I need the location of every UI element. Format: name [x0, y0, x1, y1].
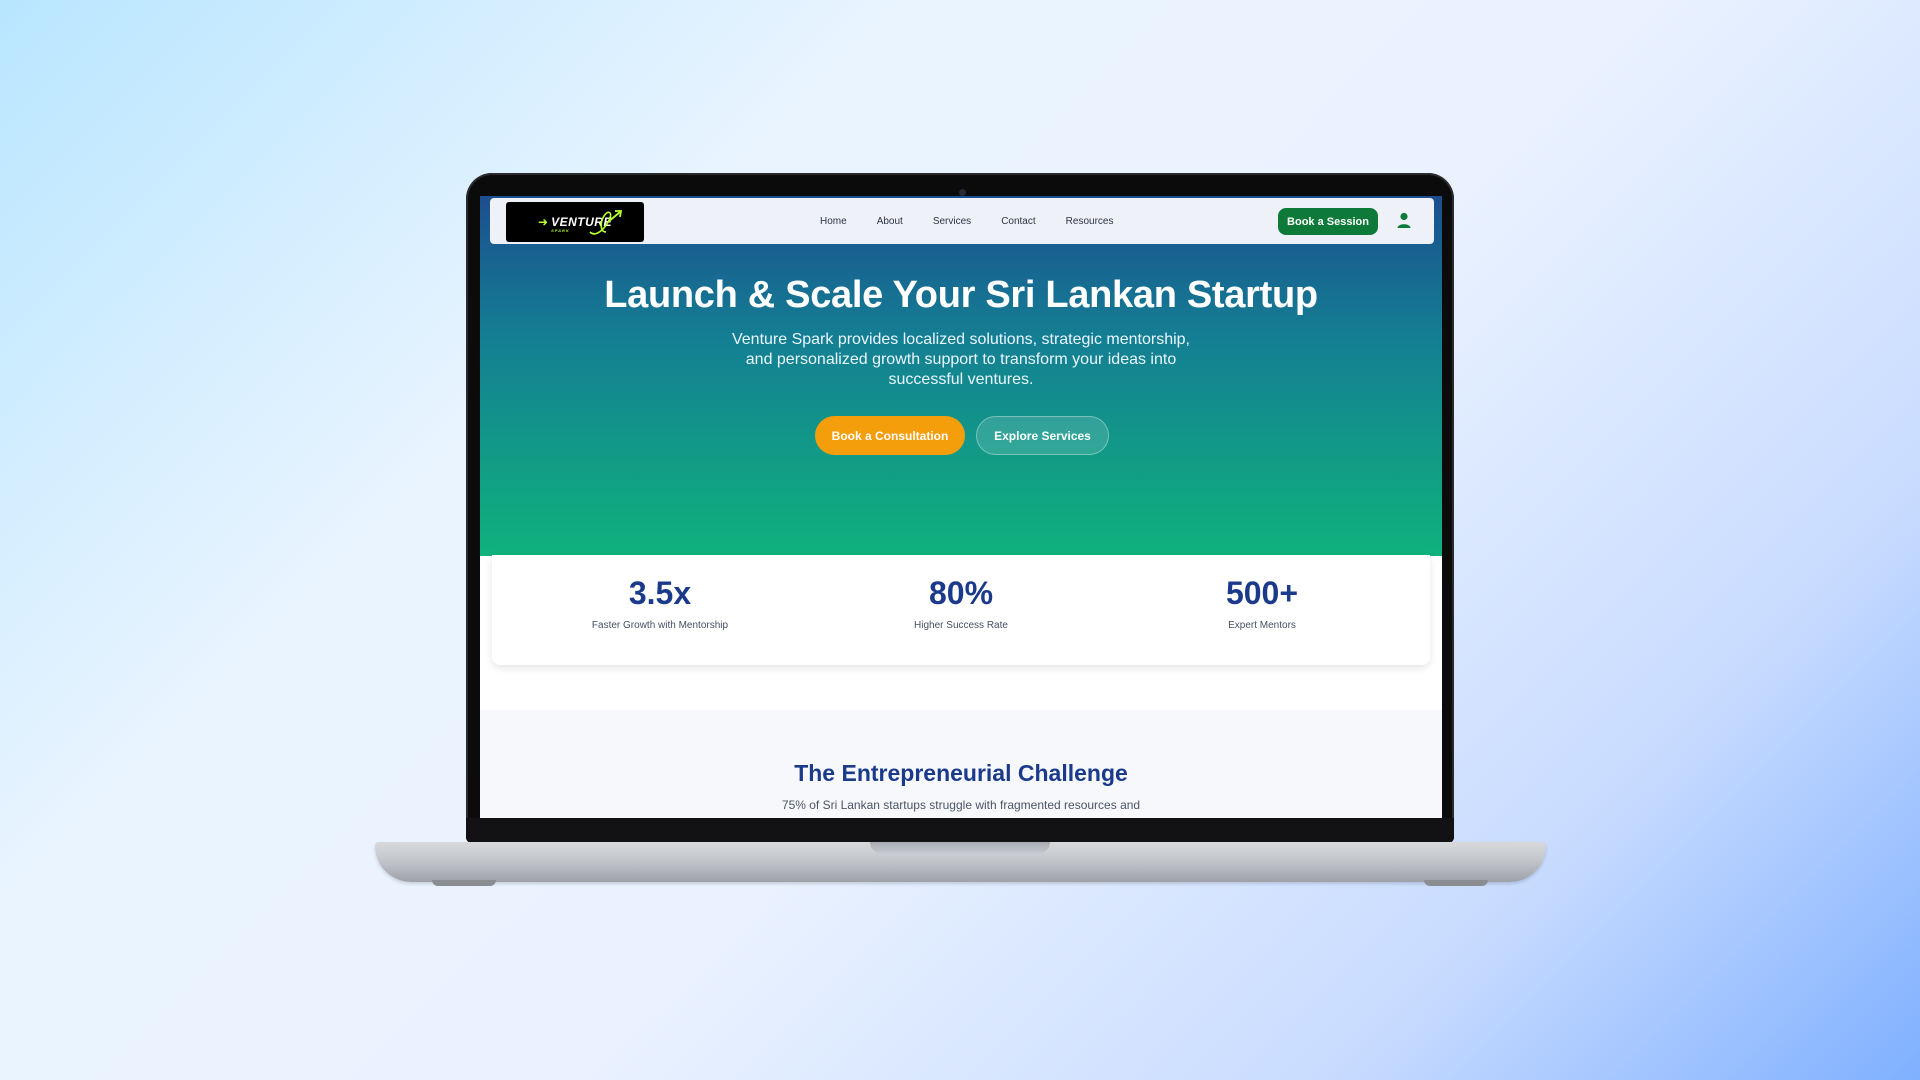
stat-mentors: 500+ Expert Mentors	[1112, 575, 1412, 631]
logo-subtext: SPARK	[551, 228, 570, 233]
stat-growth: 3.5x Faster Growth with Mentorship	[510, 575, 810, 631]
stat-label: Faster Growth with Mentorship	[591, 620, 729, 631]
book-session-button[interactable]: Book a Session	[1278, 208, 1378, 235]
nav-link-resources[interactable]: Resources	[1066, 216, 1114, 227]
book-consultation-button[interactable]: Book a Consultation	[815, 416, 965, 455]
laptop-foot	[432, 880, 496, 886]
hero-section: ➜ VENTURE SPARK Home About Services Cont…	[480, 196, 1442, 556]
stat-value: 500+	[1225, 575, 1299, 611]
nav-link-contact[interactable]: Contact	[1001, 216, 1035, 227]
laptop-notch	[870, 842, 1050, 854]
nav-link-services[interactable]: Services	[933, 216, 971, 227]
navbar: ➜ VENTURE SPARK Home About Services Cont…	[490, 198, 1434, 244]
user-icon[interactable]	[1395, 211, 1413, 229]
stat-value: 3.5x	[628, 575, 692, 611]
hero-title: Launch & Scale Your Sri Lankan Startup	[604, 274, 1318, 316]
laptop-bezel-bottom	[466, 818, 1454, 843]
challenge-subtitle: 75% of Sri Lankan startups struggle with…	[781, 798, 1141, 812]
nav-link-home[interactable]: Home	[820, 216, 847, 227]
browser-screen: ➜ VENTURE SPARK Home About Services Cont…	[480, 196, 1442, 818]
laptop-foot	[1424, 880, 1488, 886]
stat-success-rate: 80% Higher Success Rate	[811, 575, 1111, 631]
challenge-title: The Entrepreneurial Challenge	[794, 760, 1128, 786]
challenge-section: The Entrepreneurial Challenge 75% of Sri…	[480, 710, 1442, 818]
explore-services-button[interactable]: Explore Services	[976, 416, 1109, 455]
logo[interactable]: ➜ VENTURE SPARK	[506, 202, 644, 242]
hero-subtitle: Venture Spark provides localized solutio…	[731, 331, 1190, 388]
stat-label: Higher Success Rate	[914, 620, 1008, 631]
stat-value: 80%	[928, 575, 994, 611]
stats-card: 3.5x Faster Growth with Mentorship 80% H…	[492, 555, 1430, 665]
nav-link-about[interactable]: About	[877, 216, 903, 227]
logo-swoosh-icon	[589, 210, 623, 235]
logo-arrow-icon: ➜	[538, 215, 549, 229]
stat-label: Expert Mentors	[1228, 620, 1296, 631]
nav-links: Home About Services Contact Resources	[820, 198, 1143, 244]
camera-icon	[959, 189, 966, 196]
